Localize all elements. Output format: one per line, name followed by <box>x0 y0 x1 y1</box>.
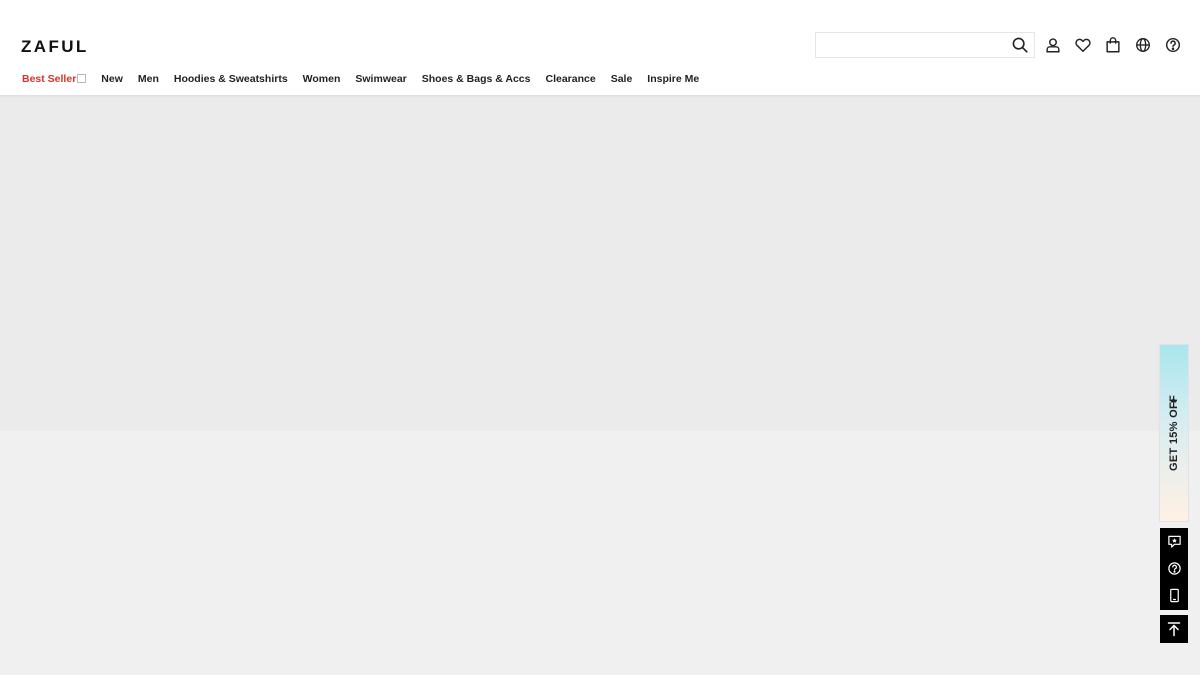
back-to-top-button[interactable] <box>1160 615 1188 643</box>
content-area-placeholder <box>0 431 1200 675</box>
search-icon[interactable] <box>1010 35 1030 55</box>
mobile-app-icon[interactable] <box>1160 582 1188 609</box>
search-input[interactable] <box>816 33 1006 57</box>
search-box[interactable] <box>815 32 1035 58</box>
help-icon[interactable] <box>1160 555 1188 582</box>
nav-item-inspire-me[interactable]: Inspire Me <box>647 71 699 87</box>
nav-item-best-seller[interactable]: Best Seller <box>22 71 87 87</box>
broken-image-icon <box>77 74 87 83</box>
nav-item-men[interactable]: Men <box>138 71 159 87</box>
nav-item-shoes-bags-accs[interactable]: Shoes & Bags & Accs <box>422 71 531 87</box>
site-logo[interactable]: ZAFUL <box>21 36 89 58</box>
user-icon[interactable] <box>1043 35 1063 55</box>
arrow-up-icon <box>1167 622 1181 637</box>
help-icon[interactable] <box>1163 35 1183 55</box>
nav-item-women[interactable]: Women <box>303 71 341 87</box>
nav-item-label: Best Seller <box>22 73 77 85</box>
site-header: ZAFUL Best Seller New Men Hoodies & Swea… <box>0 0 1200 95</box>
nav-item-clearance[interactable]: Clearance <box>545 71 595 87</box>
main-nav: Best Seller New Men Hoodies & Sweatshirt… <box>0 70 699 88</box>
nav-item-swimwear[interactable]: Swimwear <box>355 71 406 87</box>
side-toolbar <box>1160 528 1188 610</box>
heart-icon[interactable] <box>1073 35 1093 55</box>
globe-icon[interactable] <box>1133 35 1153 55</box>
nav-item-hoodies-sweatshirts[interactable]: Hoodies & Sweatshirts <box>174 71 288 87</box>
promo-label: GET 15% OFF <box>1168 394 1180 472</box>
shopping-bag-icon[interactable] <box>1103 35 1123 55</box>
nav-item-new[interactable]: New <box>101 71 123 87</box>
hero-banner-placeholder[interactable] <box>0 95 1200 431</box>
nav-item-sale[interactable]: Sale <box>611 71 633 87</box>
feedback-icon[interactable] <box>1160 528 1188 555</box>
promo-tab[interactable]: GET 15% OFF <box>1159 344 1189 522</box>
